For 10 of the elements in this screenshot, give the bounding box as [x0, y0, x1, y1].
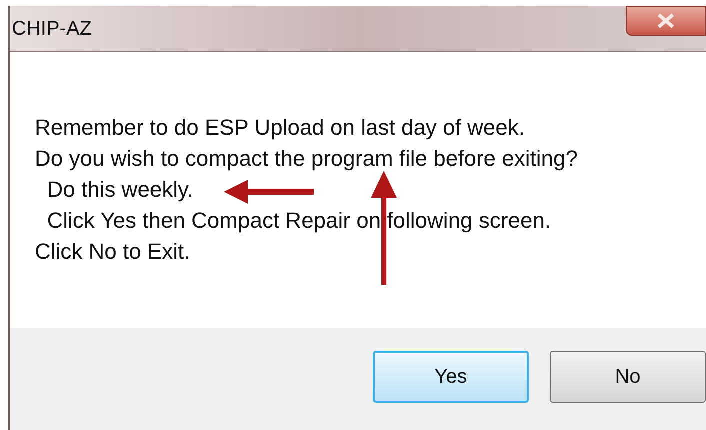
message-line: Click Yes then Compact Repair on following screen. [46, 207, 552, 235]
message-line: Do this weekly. [46, 176, 194, 204]
message-line: Click No to Exit. [35, 238, 190, 266]
close-icon [656, 13, 676, 29]
message-line: Remember to do ESP Upload on last day of week. [35, 114, 525, 142]
close-button[interactable] [626, 6, 706, 36]
dialog-button[interactable]: Yes [373, 351, 529, 403]
window-title: CHIP-AZ [12, 16, 92, 42]
dialog-button[interactable]: No [550, 351, 706, 403]
message-line: Do you wish to compact the program file before exiting? [35, 145, 578, 173]
